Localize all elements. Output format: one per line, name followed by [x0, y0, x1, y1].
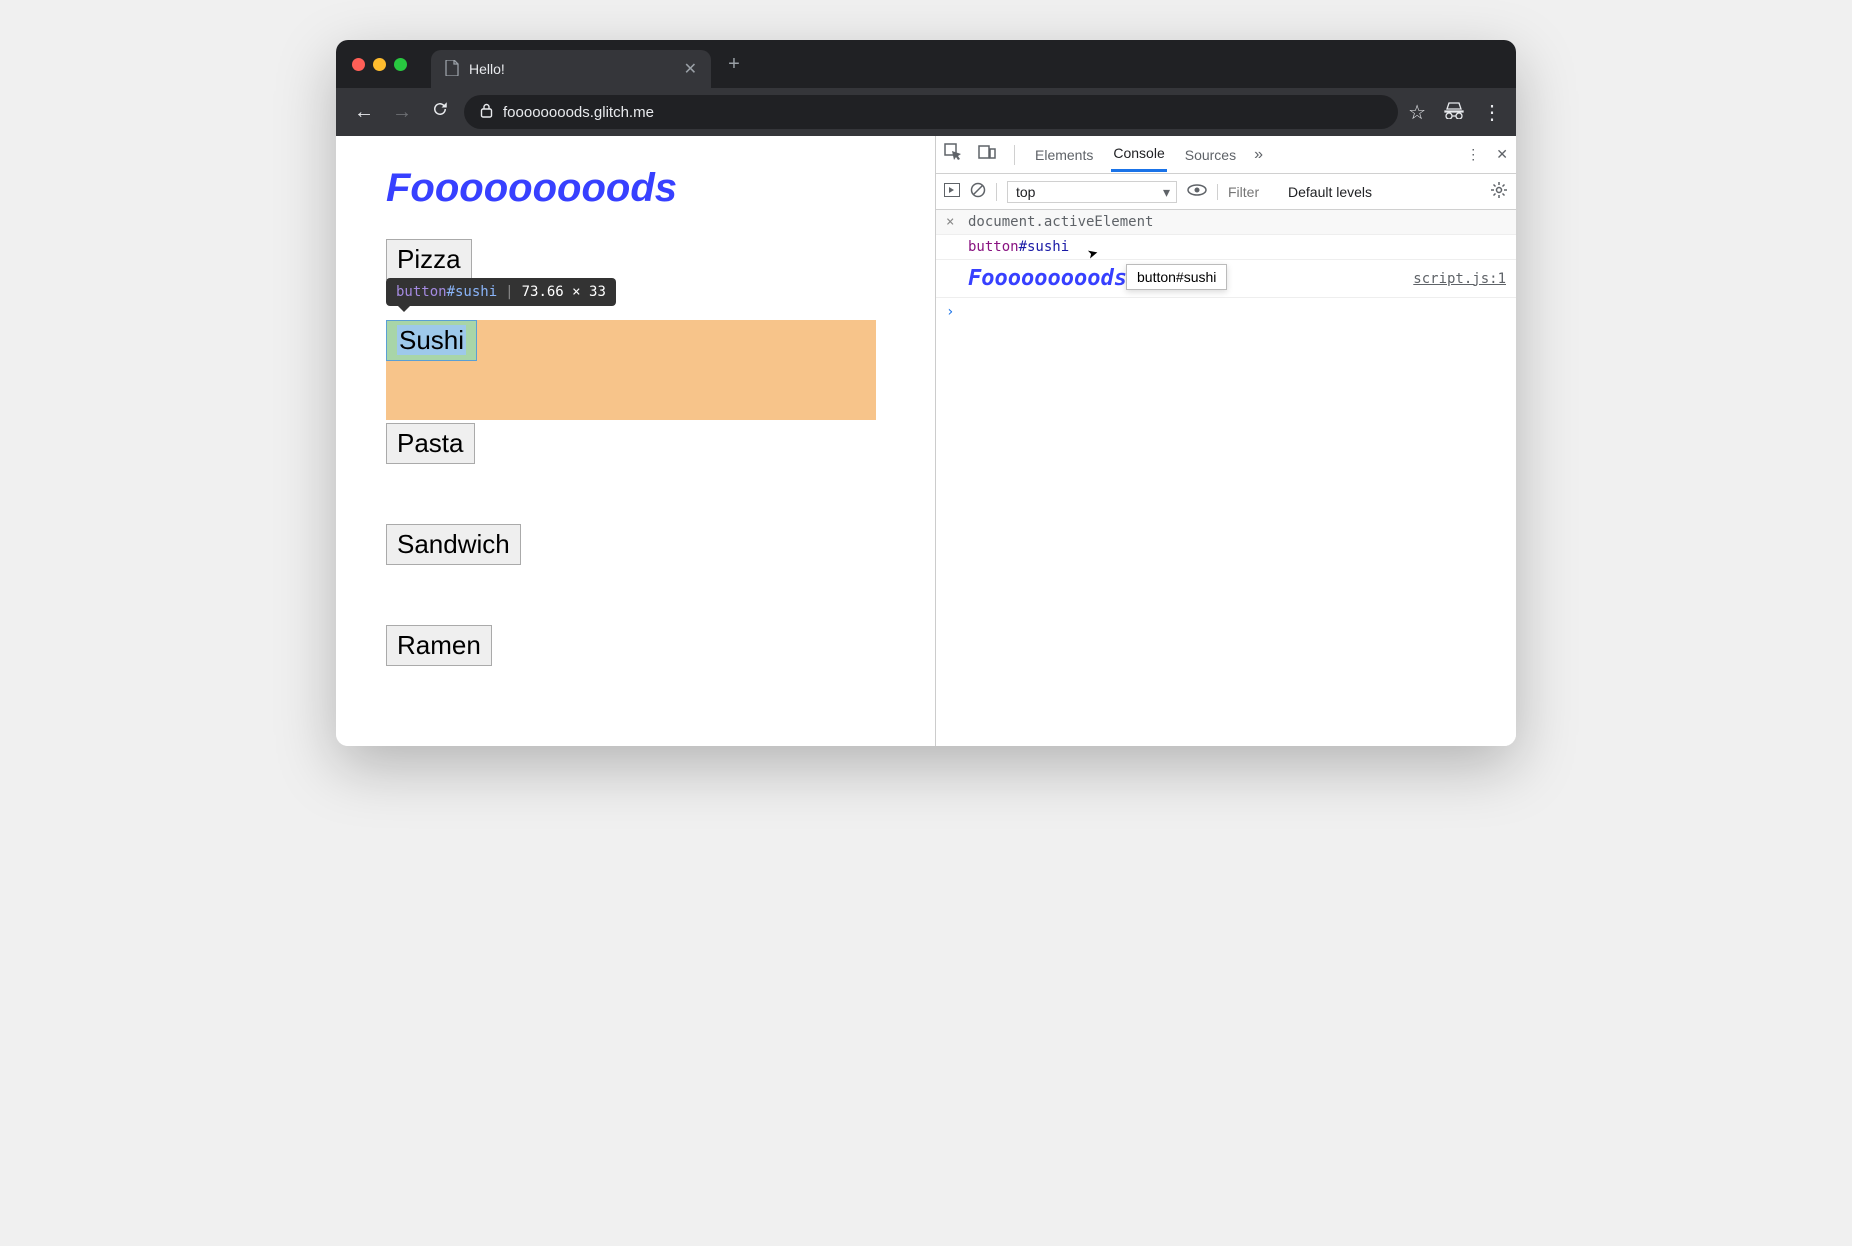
page-viewport: Fooooooooods Pizza button#sushi | 73.66 … — [336, 136, 936, 746]
content-area: Fooooooooods Pizza button#sushi | 73.66 … — [336, 136, 1516, 746]
url-text: foooooooods.glitch.me — [503, 104, 654, 121]
inspect-element-icon[interactable] — [944, 143, 962, 166]
sandwich-button[interactable]: Sandwich — [386, 524, 521, 565]
live-expression-icon[interactable] — [1187, 183, 1207, 200]
console-sidebar-toggle-icon[interactable] — [944, 183, 960, 200]
filter-wrap — [1217, 184, 1278, 200]
tab-title: Hello! — [469, 61, 505, 77]
tab-sources[interactable]: Sources — [1183, 139, 1238, 171]
inspected-element-wrap: button#sushi | 73.66 × 33 Sushi — [386, 320, 885, 361]
pizza-button[interactable]: Pizza — [386, 239, 472, 280]
window-controls — [352, 58, 407, 71]
close-devtools-icon[interactable]: ✕ — [1496, 146, 1508, 163]
device-toolbar-icon[interactable] — [978, 144, 996, 165]
console-output: × document.activeElement button#sushi ➤ … — [936, 210, 1516, 746]
ramen-button[interactable]: Ramen — [386, 625, 492, 666]
new-tab-button[interactable]: + — [717, 47, 751, 81]
tab-elements[interactable]: Elements — [1033, 139, 1095, 171]
tooltip-dimensions: 73.66 × 33 — [522, 284, 606, 300]
console-result-row[interactable]: button#sushi — [936, 235, 1516, 260]
omnibox[interactable]: foooooooods.glitch.me — [464, 95, 1398, 129]
result-id: #sushi — [1019, 239, 1070, 255]
devtools-panel: Elements Console Sources » ⋮ ✕ top — [936, 136, 1516, 746]
more-tabs-icon[interactable]: » — [1254, 146, 1263, 164]
filter-input[interactable] — [1228, 184, 1278, 200]
console-toolbar: top Default levels — [936, 174, 1516, 210]
page-heading: Fooooooooods — [386, 166, 885, 211]
clear-console-icon[interactable] — [970, 182, 986, 201]
file-icon — [445, 60, 459, 79]
incognito-icon[interactable] — [1444, 101, 1464, 124]
reload-button[interactable] — [426, 100, 454, 124]
lock-icon — [480, 103, 493, 122]
close-window-button[interactable] — [352, 58, 365, 71]
console-command-row: × document.activeElement — [936, 210, 1516, 235]
clear-expression-icon[interactable]: × — [946, 214, 960, 230]
browser-window: Hello! ✕ + ← → foooooooods.glitch.me ☆ ⋮ — [336, 40, 1516, 746]
tab-console[interactable]: Console — [1111, 137, 1166, 172]
bookmark-icon[interactable]: ☆ — [1408, 100, 1426, 125]
tooltip-id: #sushi — [447, 284, 498, 300]
source-link[interactable]: script.js:1 — [1413, 271, 1506, 287]
address-bar: ← → foooooooods.glitch.me ☆ ⋮ — [336, 88, 1516, 136]
log-text: Fooooooooods — [968, 266, 1127, 291]
forward-button[interactable]: → — [388, 101, 416, 124]
console-expression: document.activeElement — [968, 214, 1153, 230]
browser-menu-icon[interactable]: ⋮ — [1482, 100, 1502, 125]
pasta-button[interactable]: Pasta — [386, 423, 475, 464]
browser-tab[interactable]: Hello! ✕ — [431, 50, 711, 88]
minimize-window-button[interactable] — [373, 58, 386, 71]
maximize-window-button[interactable] — [394, 58, 407, 71]
sushi-button[interactable]: Sushi — [386, 320, 477, 361]
result-tag: button — [968, 239, 1019, 255]
titlebar: Hello! ✕ + — [336, 40, 1516, 88]
devtools-menu-icon[interactable]: ⋮ — [1466, 146, 1480, 163]
console-prompt[interactable]: › — [936, 298, 1516, 326]
log-levels-selector[interactable]: Default levels — [1288, 184, 1372, 200]
console-settings-icon[interactable] — [1490, 181, 1508, 202]
back-button[interactable]: ← — [350, 101, 378, 124]
context-selector[interactable]: top — [1007, 181, 1177, 203]
hover-tooltip: button#sushi — [1126, 264, 1227, 290]
devtools-tabs: Elements Console Sources » ⋮ ✕ — [936, 136, 1516, 174]
tooltip-tag: button — [396, 284, 447, 300]
inspect-tooltip: button#sushi | 73.66 × 33 — [386, 278, 616, 306]
close-tab-icon[interactable]: ✕ — [684, 59, 697, 79]
